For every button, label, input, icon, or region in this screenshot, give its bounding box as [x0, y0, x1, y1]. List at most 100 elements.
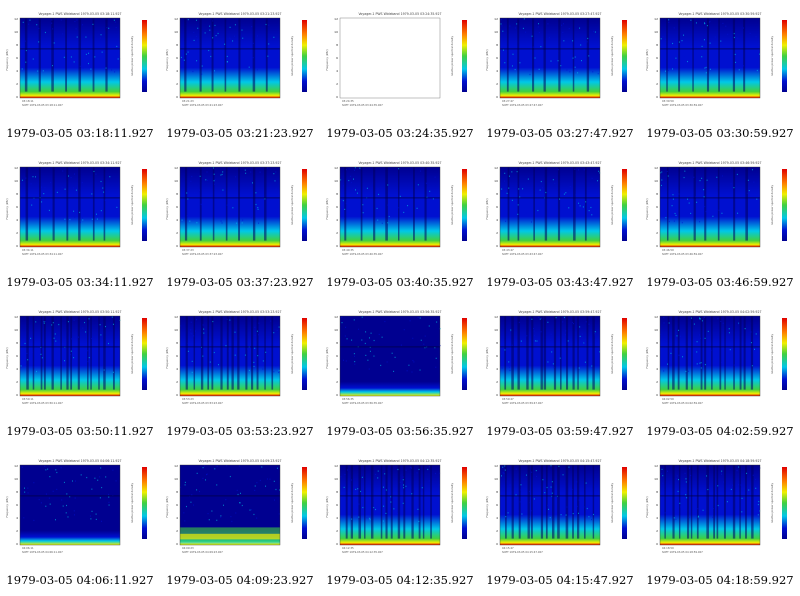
colorbar-label: relative power spectral density [450, 184, 454, 225]
y-tick-label: 12 [654, 315, 658, 319]
thumbnail-caption: 1979-03-05 03:59:47.927 [486, 424, 634, 438]
y-tick-label: 10 [174, 179, 178, 183]
y-tick-label: 6 [16, 56, 18, 60]
y-tick-label: 0 [176, 95, 178, 99]
y-tick-label: 8 [16, 43, 18, 47]
spectrogram-thumbnail[interactable]: Voyager-1 PWS Wideband 1979-03-05 03:50:… [0, 298, 160, 447]
y-tick-label: 10 [14, 328, 18, 332]
spectrogram-plot: Voyager-1 PWS Wideband 1979-03-05 03:59:… [485, 310, 627, 405]
scet-label: SCET 1979-03-05 03:30:59.927 [662, 103, 703, 107]
y-tick-label: 8 [336, 490, 338, 494]
spectrogram-thumbnail[interactable]: Voyager-1 PWS Wideband 1979-03-05 03:24:… [320, 0, 480, 149]
spectrogram-plot: Voyager-1 PWS Wideband 1979-03-05 04:15:… [485, 459, 627, 554]
y-tick-label: 10 [654, 179, 658, 183]
x-tick-labels: 03:46:59 [662, 248, 674, 252]
spectrogram-thumbnail[interactable]: Voyager-1 PWS Wideband 1979-03-05 03:40:… [320, 149, 480, 298]
y-tick-label: 8 [656, 490, 658, 494]
spectrogram-thumbnail[interactable]: Voyager-1 PWS Wideband 1979-03-05 03:59:… [480, 298, 640, 447]
spectrogram-thumbnail[interactable]: Voyager-1 PWS Wideband 1979-03-05 04:09:… [160, 447, 320, 596]
y-tick-label: 10 [494, 179, 498, 183]
y-axis-label: Frequency (kHz) [325, 347, 329, 368]
x-tick-labels: 04:09:23 [182, 546, 194, 550]
thumbnail-caption: 1979-03-05 04:06:11.927 [6, 573, 154, 587]
y-tick-label: 6 [336, 56, 338, 60]
y-tick-label: 2 [176, 231, 178, 235]
y-tick-label: 2 [176, 529, 178, 533]
spectrogram-thumbnail[interactable]: Voyager-1 PWS Wideband 1979-03-05 04:02:… [640, 298, 800, 447]
thumbnail-caption: 1979-03-05 03:24:35.927 [326, 126, 474, 140]
spectrogram-plot: Voyager-1 PWS Wideband 1979-03-05 04:09:… [165, 459, 307, 554]
y-tick-label: 10 [334, 328, 338, 332]
spectrogram-thumbnail[interactable]: Voyager-1 PWS Wideband 1979-03-05 03:21:… [160, 0, 320, 149]
spectrogram-thumbnail[interactable]: Voyager-1 PWS Wideband 1979-03-05 03:30:… [640, 0, 800, 149]
y-tick-label: 8 [496, 192, 498, 196]
y-tick-label: 6 [496, 503, 498, 507]
panel-title: Voyager-1 PWS Wideband 1979-03-05 03:24:… [358, 12, 441, 16]
y-axis-label: Frequency (kHz) [325, 496, 329, 517]
y-axis-label: Frequency (kHz) [5, 49, 9, 70]
y-tick-label: 6 [16, 503, 18, 507]
spectrogram-thumbnail[interactable]: Voyager-1 PWS Wideband 1979-03-05 03:56:… [320, 298, 480, 447]
spectrogram-thumbnail[interactable]: Voyager-1 PWS Wideband 1979-03-05 03:18:… [0, 0, 160, 149]
spectrogram-thumbnail[interactable]: Voyager-1 PWS Wideband 1979-03-05 04:15:… [480, 447, 640, 596]
y-tick-label: 10 [334, 30, 338, 34]
y-tick-label: 6 [176, 56, 178, 60]
y-tick-label: 10 [654, 328, 658, 332]
y-tick-label: 8 [496, 341, 498, 345]
x-tick-labels: 03:59:47 [502, 397, 514, 401]
y-tick-label: 4 [16, 218, 18, 222]
colorbar-label: relative power spectral density [450, 482, 454, 523]
scet-label: SCET 1979-03-05 04:12:35.927 [342, 550, 383, 554]
panel-title: Voyager-1 PWS Wideband 1979-03-05 03:43:… [518, 161, 601, 165]
panel-title: Voyager-1 PWS Wideband 1979-03-05 03:59:… [518, 310, 601, 314]
y-tick-label: 6 [656, 56, 658, 60]
spectrogram-image [499, 464, 601, 546]
spectrogram-plot: Voyager-1 PWS Wideband 1979-03-05 04:18:… [645, 459, 787, 554]
colorbar-label: relative power spectral density [770, 333, 774, 374]
spectrogram-image [19, 464, 121, 546]
y-tick-label: 4 [496, 367, 498, 371]
x-tick-labels: 03:24:35 [342, 99, 354, 103]
spectrogram-thumbnail[interactable]: Voyager-1 PWS Wideband 1979-03-05 04:18:… [640, 447, 800, 596]
panel-title: Voyager-1 PWS Wideband 1979-03-05 03:56:… [358, 310, 441, 314]
y-tick-label: 2 [336, 529, 338, 533]
colorbar-label: relative power spectral density [770, 35, 774, 76]
y-tick-label: 2 [336, 82, 338, 86]
y-tick-label: 6 [16, 205, 18, 209]
spectrogram-thumbnail[interactable]: Voyager-1 PWS Wideband 1979-03-05 04:06:… [0, 447, 160, 596]
colorbar [462, 467, 467, 539]
spectrogram-thumbnail[interactable]: Voyager-1 PWS Wideband 1979-03-05 03:43:… [480, 149, 640, 298]
y-tick-label: 0 [336, 542, 338, 546]
spectrogram-thumbnail[interactable]: Voyager-1 PWS Wideband 1979-03-05 03:46:… [640, 149, 800, 298]
x-tick-labels: 03:34:11 [22, 248, 34, 252]
y-tick-label: 6 [336, 354, 338, 358]
y-tick-label: 2 [16, 231, 18, 235]
scet-label: SCET 1979-03-05 04:15:47.927 [502, 550, 543, 554]
colorbar-label: relative power spectral density [610, 35, 614, 76]
spectrogram-plot: Voyager-1 PWS Wideband 1979-03-05 03:24:… [325, 12, 467, 107]
spectrogram-plot: Voyager-1 PWS Wideband 1979-03-05 03:50:… [5, 310, 147, 405]
thumbnail-caption: 1979-03-05 03:40:35.927 [326, 275, 474, 289]
spectrogram-thumbnail[interactable]: Voyager-1 PWS Wideband 1979-03-05 04:12:… [320, 447, 480, 596]
scet-label: SCET 1979-03-05 03:43:47.927 [502, 252, 543, 256]
spectrogram-thumbnail[interactable]: Voyager-1 PWS Wideband 1979-03-05 03:37:… [160, 149, 320, 298]
spectrogram-thumbnail[interactable]: Voyager-1 PWS Wideband 1979-03-05 03:53:… [160, 298, 320, 447]
spectrogram-plot: Voyager-1 PWS Wideband 1979-03-05 04:02:… [645, 310, 787, 405]
spectrogram-thumbnail[interactable]: Voyager-1 PWS Wideband 1979-03-05 03:27:… [480, 0, 640, 149]
y-tick-label: 8 [656, 341, 658, 345]
y-tick-label: 0 [656, 542, 658, 546]
y-axis-label: Frequency (kHz) [5, 198, 9, 219]
y-tick-label: 8 [656, 192, 658, 196]
y-tick-label: 6 [176, 503, 178, 507]
panel-title: Voyager-1 PWS Wideband 1979-03-05 03:34:… [38, 161, 121, 165]
y-tick-label: 12 [334, 17, 338, 21]
y-tick-label: 4 [656, 516, 658, 520]
spectrogram-image [179, 464, 281, 546]
y-tick-label: 2 [336, 380, 338, 384]
thumbnail-caption: 1979-03-05 03:50:11.927 [6, 424, 154, 438]
spectrogram-thumbnail[interactable]: Voyager-1 PWS Wideband 1979-03-05 03:34:… [0, 149, 160, 298]
spectrogram-plot: Voyager-1 PWS Wideband 1979-03-05 03:27:… [485, 12, 627, 107]
y-tick-label: 6 [656, 205, 658, 209]
panel-title: Voyager-1 PWS Wideband 1979-03-05 04:06:… [38, 459, 121, 463]
y-tick-label: 8 [496, 43, 498, 47]
